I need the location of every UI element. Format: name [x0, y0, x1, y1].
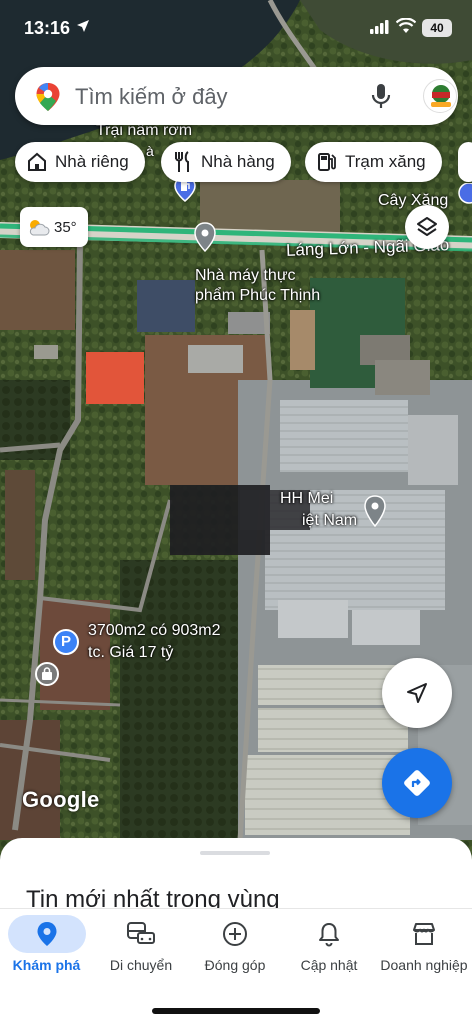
- map-label-company-line2[interactable]: iệt Nam: [302, 512, 357, 530]
- map-label-listing-line1[interactable]: 3700m2 có 903m2: [88, 622, 221, 640]
- nav-commute[interactable]: Di chuyển: [95, 909, 187, 989]
- profile-avatar[interactable]: [423, 79, 457, 113]
- chip-restaurant[interactable]: Nhà hàng: [161, 142, 291, 182]
- nav-updates[interactable]: Cập nhật: [283, 909, 375, 989]
- restaurant-icon: [173, 151, 193, 173]
- weather-widget[interactable]: 35°: [20, 207, 88, 247]
- map-label-factory-line1[interactable]: Nhà máy thực: [195, 267, 296, 285]
- bell-icon: [317, 921, 341, 950]
- map-label-factory-line2[interactable]: phẩm Phúc Thịnh: [195, 287, 320, 305]
- chip-home-label: Nhà riêng: [55, 152, 129, 171]
- home-icon: [27, 152, 47, 172]
- company-marker-icon[interactable]: [363, 495, 387, 532]
- map-label-company-line1[interactable]: HH Mei: [280, 490, 333, 508]
- sheet-drag-handle[interactable]: [200, 851, 270, 855]
- location-arrow-icon: [76, 19, 90, 37]
- directions-button[interactable]: [382, 748, 452, 818]
- search-placeholder[interactable]: Tìm kiếm ở đây: [75, 84, 228, 110]
- layers-button[interactable]: [405, 205, 449, 249]
- wifi-icon: [395, 17, 417, 39]
- nav-explore[interactable]: Khám phá: [0, 909, 93, 989]
- explore-pin-icon: [36, 921, 58, 950]
- directions-icon: [402, 768, 432, 798]
- partly-cloudy-icon: [26, 217, 50, 237]
- nav-commute-label: Di chuyển: [109, 957, 173, 973]
- status-bar: 13:16 40: [0, 0, 472, 56]
- my-location-button[interactable]: [382, 658, 452, 728]
- place-marker-icon[interactable]: [193, 222, 217, 257]
- nav-updates-label: Cập nhật: [300, 957, 358, 973]
- navigation-arrow-icon: [405, 681, 429, 705]
- category-chips: Nhà riêng Nhà hàng Trạm xăng: [15, 142, 472, 182]
- storefront-icon: [411, 921, 437, 950]
- fuel-poi-icon-partial[interactable]: [458, 182, 472, 210]
- google-watermark: Google: [22, 787, 100, 812]
- parking-marker-icon[interactable]: P: [53, 629, 79, 655]
- nav-contribute-label: Đóng góp: [204, 957, 266, 973]
- commute-icon: [126, 921, 156, 950]
- nav-business[interactable]: Doanh nghiệp: [376, 909, 472, 989]
- home-indicator: [152, 1008, 320, 1014]
- bottom-navigation: Khám phá Di chuyển Đóng góp Cập nhật Doa…: [0, 908, 472, 1024]
- cellular-signal-icon: [370, 20, 390, 39]
- map-label-listing-line2[interactable]: tc. Giá 17 tỷ: [88, 644, 173, 662]
- chip-home[interactable]: Nhà riêng: [15, 142, 145, 182]
- add-circle-icon: [222, 921, 248, 950]
- gas-station-icon: [317, 152, 337, 172]
- chip-restaurant-label: Nhà hàng: [201, 152, 275, 171]
- microphone-icon[interactable]: [370, 83, 392, 114]
- google-maps-pin-icon: [35, 82, 61, 117]
- nav-contribute[interactable]: Đóng góp: [189, 909, 281, 989]
- nav-explore-label: Khám phá: [12, 957, 81, 973]
- chip-more-partial[interactable]: [458, 142, 472, 182]
- chip-gas-station-label: Trạm xăng: [345, 152, 426, 171]
- weather-temperature: 35°: [54, 218, 77, 236]
- nav-business-label: Doanh nghiệp: [380, 957, 468, 973]
- battery-indicator: 40: [422, 19, 452, 37]
- status-time: 13:16: [24, 18, 71, 38]
- chip-gas-station[interactable]: Trạm xăng: [305, 142, 442, 182]
- shopping-bag-marker-icon[interactable]: [35, 662, 59, 686]
- layers-icon: [415, 215, 439, 239]
- search-bar[interactable]: Tìm kiếm ở đây: [15, 67, 458, 125]
